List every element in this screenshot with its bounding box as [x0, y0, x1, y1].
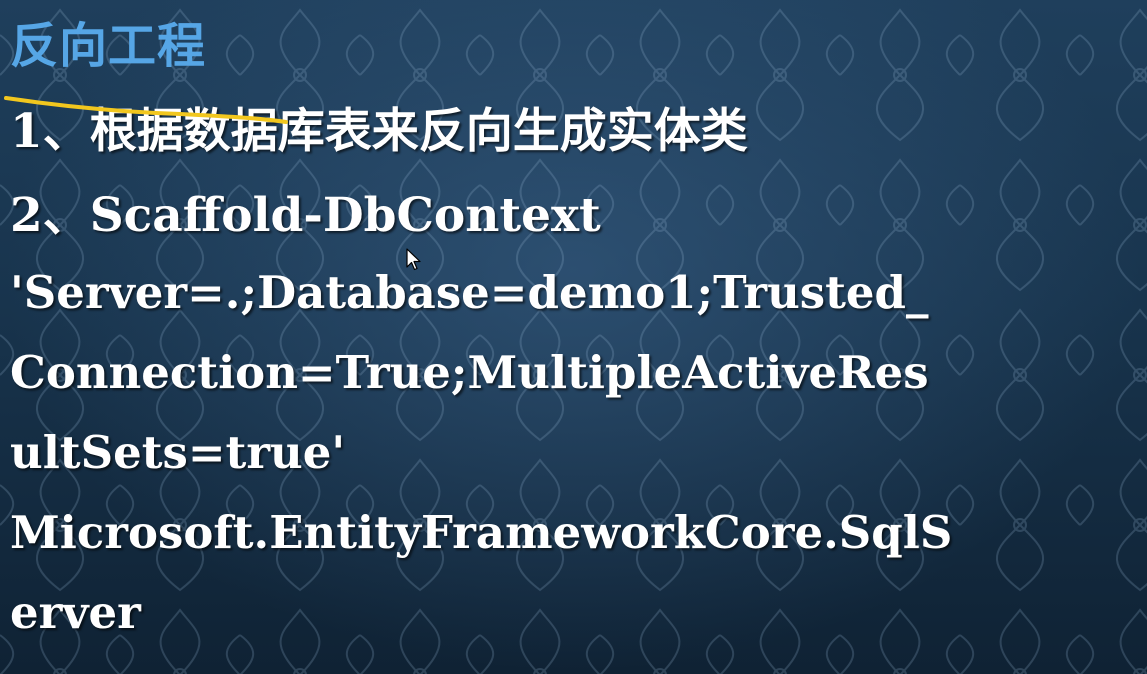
provider-line-2: erver — [10, 586, 141, 639]
presentation-slide: 反向工程 1、根据数据库表来反向生成实体类 2、Scaffold-DbConte… — [0, 0, 1147, 674]
damask-background-pattern — [0, 0, 1147, 674]
bullet-line-2: 2、Scaffold-DbContext — [10, 188, 601, 243]
connection-string-line-1: 'Server=.;Database=demo1;Trusted_ — [10, 266, 929, 319]
mouse-pointer-icon — [406, 248, 421, 271]
connection-string-line-2: Connection=True;MultipleActiveRes — [10, 346, 929, 399]
bullet-line-1: 1、根据数据库表来反向生成实体类 — [10, 104, 748, 159]
slide-title: 反向工程 — [10, 18, 207, 74]
provider-line-1: Microsoft.EntityFrameworkCore.SqlS — [10, 506, 953, 559]
connection-string-line-3: ultSets=true' — [10, 426, 346, 479]
